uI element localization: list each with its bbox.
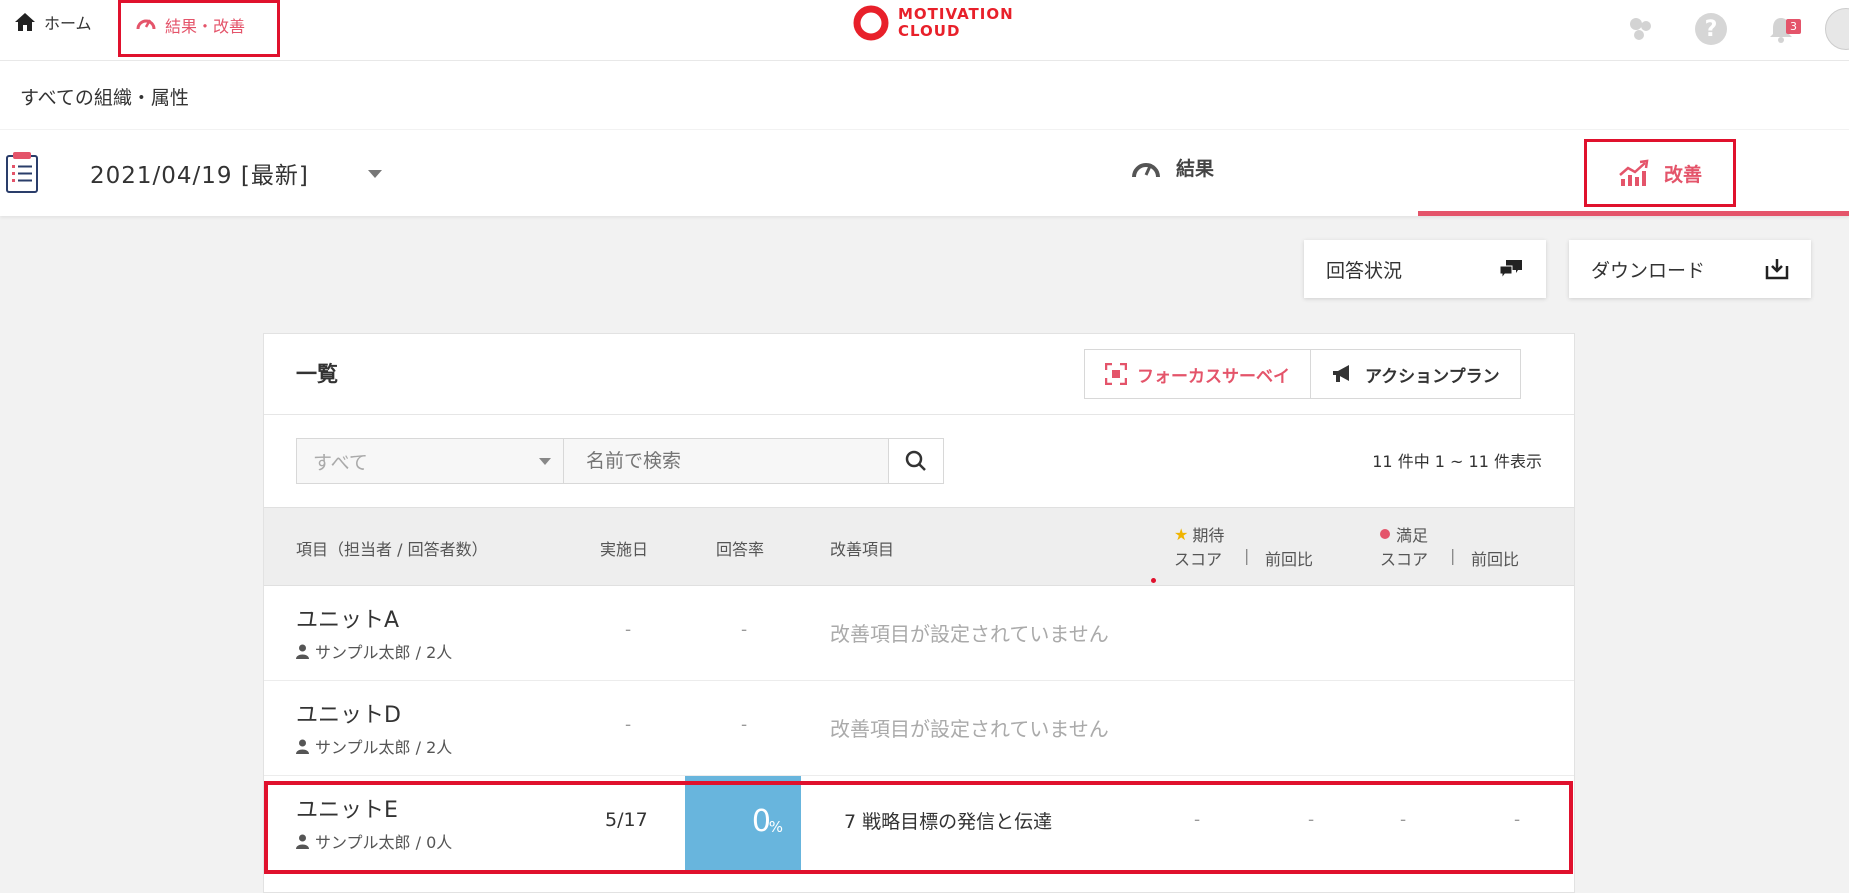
th-satisfy-score[interactable]: スコア bbox=[1380, 546, 1428, 570]
th-expect-prev[interactable]: 前回比 bbox=[1265, 546, 1313, 570]
nav-home-label: ホーム bbox=[44, 14, 92, 33]
tab-result[interactable]: 結果 bbox=[1130, 154, 1214, 181]
row-highlight bbox=[264, 781, 1573, 874]
focus-icon bbox=[1105, 363, 1127, 385]
row-date: - bbox=[625, 715, 632, 735]
logo: MOTIVATION CLOUD bbox=[852, 4, 1014, 42]
row-name[interactable]: ユニットA bbox=[296, 602, 399, 634]
row-owner: サンプル太郎 / 2人 bbox=[296, 639, 452, 663]
th-expect-label: 期待 bbox=[1192, 526, 1225, 545]
row-date: - bbox=[625, 620, 632, 640]
breadcrumb-label[interactable]: すべての組織・属性 bbox=[20, 83, 189, 110]
chevron-down-icon bbox=[539, 458, 551, 465]
th-sep: | bbox=[1450, 546, 1456, 565]
user-icon bbox=[296, 644, 309, 659]
th-date[interactable]: 実施日 bbox=[600, 536, 648, 560]
response-status-button[interactable]: 回答状況 bbox=[1304, 240, 1546, 298]
list-panel: 一覧 フォーカスサーベイ アクションプラン すべて 11 件中 1 ~ 11 件… bbox=[263, 333, 1575, 893]
top-bar: ホーム 結果・改善 MOTIVATION CLOUD ? 3 ア bbox=[0, 0, 1849, 61]
filter-select[interactable]: すべて bbox=[296, 438, 564, 484]
megaphone-icon bbox=[1333, 365, 1349, 382]
search-icon bbox=[905, 450, 926, 471]
download-label: ダウンロード bbox=[1591, 259, 1706, 282]
focus-survey-label: フォーカスサーベイ bbox=[1137, 366, 1290, 387]
row-owner-text: サンプル太郎 / 2人 bbox=[315, 643, 453, 662]
logo-line1: MOTIVATION bbox=[898, 5, 1014, 23]
th-item: 項目（担当者 / 回答者数） bbox=[296, 540, 488, 559]
tab-improve[interactable]: 改善 bbox=[1584, 139, 1736, 207]
table-row[interactable]: ユニットA サンプル太郎 / 2人 - - 改善項目が設定されていません bbox=[264, 586, 1574, 681]
th-satisfy: 満足 bbox=[1380, 522, 1428, 546]
filter-value: すべて bbox=[313, 451, 368, 474]
download-button[interactable]: ダウンロード bbox=[1569, 240, 1811, 298]
nav-result-label: 結果・改善 bbox=[165, 17, 246, 36]
indicator-dot bbox=[1151, 578, 1156, 583]
logo-ring-icon bbox=[853, 5, 889, 41]
th-satisfy-prev[interactable]: 前回比 bbox=[1471, 546, 1519, 570]
chat-icon bbox=[1499, 260, 1522, 280]
sub-header: 2021/04/19 [最新] 結果 改善 bbox=[0, 130, 1849, 216]
row-name[interactable]: ユニットD bbox=[296, 697, 401, 729]
response-status-label: 回答状況 bbox=[1326, 259, 1403, 282]
row-rate: - bbox=[741, 715, 748, 735]
th-expect: ★ 期待 bbox=[1174, 522, 1224, 546]
divider bbox=[264, 414, 1574, 415]
chevron-down-icon[interactable] bbox=[368, 170, 382, 178]
download-icon bbox=[1765, 259, 1789, 280]
home-icon bbox=[15, 13, 35, 31]
focus-survey-button[interactable]: フォーカスサーベイ bbox=[1085, 350, 1310, 398]
user-icon bbox=[296, 739, 309, 754]
th-rate[interactable]: 回答率 bbox=[716, 536, 764, 560]
notification-badge: 3 bbox=[1786, 19, 1801, 34]
table-header: 項目（担当者 / 回答者数） 実施日 回答率 改善項目 ★ 期待 スコア | 前… bbox=[264, 507, 1574, 586]
tab-improve-label: 改善 bbox=[1663, 163, 1702, 186]
search-button[interactable] bbox=[888, 438, 944, 484]
star-icon: ★ bbox=[1174, 524, 1189, 544]
survey-date-select[interactable]: 2021/04/19 [最新] bbox=[90, 156, 309, 190]
gauge-icon bbox=[1132, 162, 1160, 177]
result-count: 11 件中 1 ~ 11 件表示 bbox=[1372, 452, 1542, 471]
gauge-icon bbox=[136, 19, 156, 30]
row-owner-text: サンプル太郎 / 2人 bbox=[315, 738, 453, 757]
breadcrumb: すべての組織・属性 bbox=[0, 61, 1849, 129]
row-message: 改善項目が設定されていません bbox=[830, 717, 1109, 741]
puzzle-icon[interactable] bbox=[1625, 13, 1657, 45]
row-owner: サンプル太郎 / 2人 bbox=[296, 734, 452, 758]
panel-title: 一覧 bbox=[296, 362, 338, 386]
row-message: 改善項目が設定されていません bbox=[830, 622, 1109, 646]
trend-up-icon bbox=[1619, 159, 1649, 186]
th-sep: | bbox=[1244, 546, 1250, 565]
logo-line2: CLOUD bbox=[898, 22, 961, 40]
tab-result-label: 結果 bbox=[1176, 158, 1215, 180]
th-expect-score[interactable]: スコア bbox=[1174, 546, 1222, 570]
bell-icon[interactable]: 3 bbox=[1765, 13, 1801, 45]
action-plan-button[interactable]: アクションプラン bbox=[1310, 350, 1520, 398]
action-plan-label: アクションプラン bbox=[1365, 366, 1500, 387]
th-improve: 改善項目 bbox=[830, 540, 895, 559]
clipboard-icon bbox=[6, 152, 38, 193]
search-input[interactable] bbox=[564, 438, 888, 484]
row-rate: - bbox=[741, 620, 748, 640]
th-satisfy-label: 満足 bbox=[1396, 526, 1429, 545]
table-row[interactable]: ユニットD サンプル太郎 / 2人 - - 改善項目が設定されていません bbox=[264, 681, 1574, 776]
avatar[interactable]: ア bbox=[1825, 8, 1849, 50]
dot-icon bbox=[1380, 529, 1390, 539]
nav-home[interactable]: ホーム bbox=[14, 10, 92, 34]
view-toggle: フォーカスサーベイ アクションプラン bbox=[1084, 349, 1521, 399]
nav-result-improve[interactable]: 結果・改善 bbox=[118, 0, 280, 57]
help-icon[interactable]: ? bbox=[1695, 13, 1727, 45]
